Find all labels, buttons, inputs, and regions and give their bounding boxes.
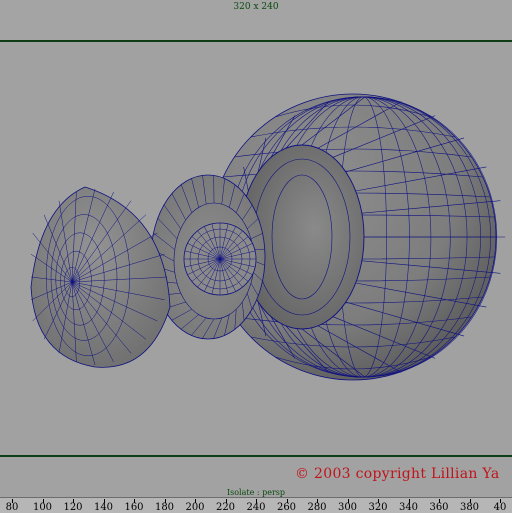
ruler-tick-label: 100 (33, 502, 52, 513)
resolution-gate-bottom-line (0, 455, 512, 457)
middle-disc-mesh (151, 175, 265, 339)
resolution-gate-label: 320 x 240 (0, 2, 512, 12)
camera-label: Isolate : persp (0, 488, 512, 497)
ruler-tick-label: 120 (63, 502, 82, 513)
ruler-tick-label: 220 (216, 502, 235, 513)
ruler-tick-label: 380 (460, 502, 479, 513)
ruler-tick-label: 300 (338, 502, 357, 513)
ruler-tick-label: 240 (246, 502, 265, 513)
ruler-tick-label: 360 (429, 502, 448, 513)
ruler-tick-label: 160 (124, 502, 143, 513)
perspective-viewport[interactable] (0, 42, 512, 455)
ruler-tick-label: 280 (307, 502, 326, 513)
time-slider-ruler[interactable]: 80 100 120 140 160 180 200 220 240 260 280 300 320 34… (0, 497, 512, 513)
ruler-tick-label: 260 (277, 502, 296, 513)
ruler-tick-label: 180 (155, 502, 174, 513)
ruler-tick-label: 320 (368, 502, 387, 513)
copyright-watermark: © 2003 copyright Lillian Ya (295, 466, 500, 482)
left-dome-mesh (31, 187, 170, 367)
ruler-tick-label: 80 (6, 502, 19, 513)
wireframe-scene (0, 42, 512, 455)
viewport-header: 320 x 240 (0, 0, 512, 40)
ruler-tick-label: 340 (399, 502, 418, 513)
ruler-tick-label: 140 (94, 502, 113, 513)
ruler-tick-label: 200 (185, 502, 204, 513)
ruler-tick-label: 40 (494, 502, 507, 513)
